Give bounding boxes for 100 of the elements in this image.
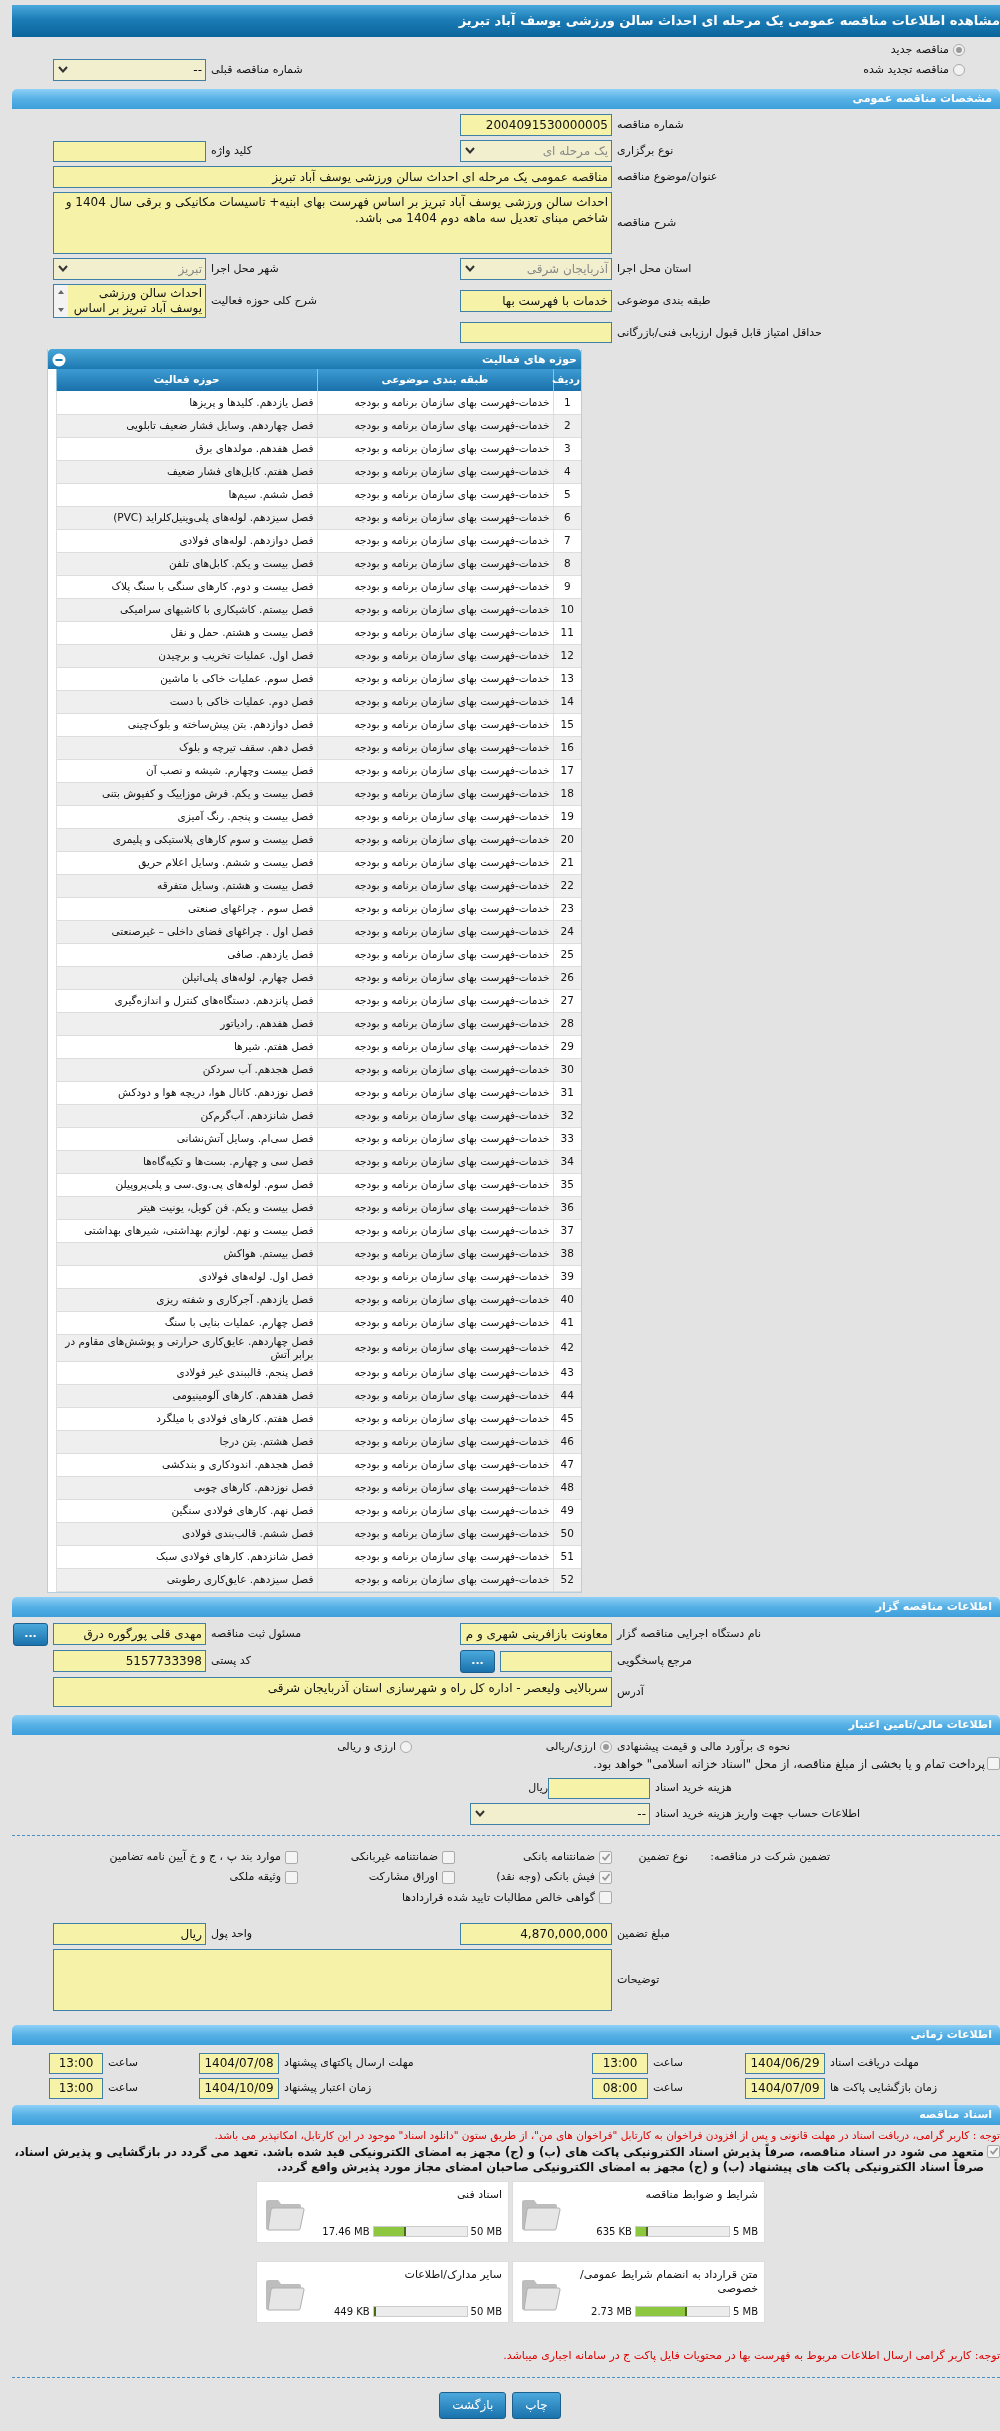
text-area[interactable] xyxy=(53,1948,612,2011)
field-label: تضمین شرکت در مناقصه: xyxy=(709,1850,831,1865)
table-cell: 41 xyxy=(553,1311,581,1335)
table-cell: فصل بیست و هشتم. وسایل متفرقه xyxy=(56,874,317,898)
input-field[interactable]: 4,870,000,000 xyxy=(460,1922,612,1945)
input-field[interactable]: 13:00 xyxy=(49,2077,103,2099)
table-cell: فصل بیست وچهارم. شیشه و نصب آن xyxy=(56,759,317,783)
table-cell: 2 xyxy=(553,414,581,438)
input-field[interactable] xyxy=(53,140,206,162)
checkbox[interactable] xyxy=(285,1870,298,1884)
checkbox[interactable] xyxy=(442,1870,455,1884)
table-cell: 22 xyxy=(553,874,581,898)
table-cell: خدمات-فهرست بهای سازمان برنامه و بودجه xyxy=(317,759,553,783)
table-cell: 30 xyxy=(553,1058,581,1082)
table-cell: 37 xyxy=(553,1219,581,1243)
input-field[interactable]: مناقصه عمومی یک مرحله ای احداث سالن ورزشی یوسف آباد تبریز xyxy=(53,166,612,189)
table-cell: 16 xyxy=(553,736,581,760)
table-cell: خدمات-فهرست بهای سازمان برنامه و بودجه xyxy=(317,1361,553,1385)
table-cell: خدمات-فهرست بهای سازمان برنامه و بودجه xyxy=(317,1196,553,1220)
more-button[interactable]: ... xyxy=(13,1622,48,1646)
table-cell: خدمات-فهرست بهای سازمان برنامه و بودجه xyxy=(317,1150,553,1174)
input-field[interactable]: 2004091530000005 xyxy=(460,114,612,137)
file-size: 17.46 MB xyxy=(322,2224,370,2238)
input-field[interactable]: 1404/07/08 xyxy=(199,2052,279,2074)
table-cell: خدمات-فهرست بهای سازمان برنامه و بودجه xyxy=(317,920,553,944)
field-label: مسئول ثبت مناقصه xyxy=(210,1627,303,1642)
checkbox[interactable] xyxy=(599,1870,612,1884)
field-label: نام دستگاه اجرایی مناقصه گزار xyxy=(615,1627,762,1642)
table-cell: خدمات-فهرست بهای سازمان برنامه و بودجه xyxy=(317,1265,553,1289)
table-cell: فصل چهارم. عملیات بنایی با سنگ xyxy=(56,1311,317,1335)
input-field[interactable]: ریال xyxy=(53,1922,206,1945)
field-label: زمان بازگشایی پاکت ها xyxy=(829,2081,939,2096)
table-cell: 13 xyxy=(553,667,581,691)
checkbox[interactable] xyxy=(599,1891,612,1905)
table-cell: 35 xyxy=(553,1173,581,1197)
input-field[interactable]: 1404/07/09 xyxy=(745,2077,825,2099)
input-field[interactable]: 13:00 xyxy=(592,2052,648,2074)
field-label: ساعت xyxy=(652,2081,684,2096)
input-field[interactable]: مهدی قلی پورگوره درق xyxy=(53,1623,206,1646)
input-field[interactable]: معاونت بازافرینی شهری و م xyxy=(460,1623,612,1646)
checkbox-label: ضمانتنامه بانکی xyxy=(522,1850,595,1865)
document-title: متن قرارداد به انضمام شرایط عمومی/خصوصی xyxy=(579,2267,758,2297)
table-cell: فصل سی و چهارم. بست‌ها و تکیه‌گاه‌ها xyxy=(56,1150,317,1174)
radio-label: ارزی/ریالی xyxy=(545,1739,596,1755)
text-area[interactable]: احداث سالن ورزشی یوسف آباد تبریز بر اساس xyxy=(53,284,206,319)
radio-button[interactable] xyxy=(400,1740,412,1753)
checkbox-label: ضمانتنامه غیربانکی xyxy=(350,1850,438,1865)
radio-button[interactable] xyxy=(953,44,965,57)
input-field[interactable]: 5157733398 xyxy=(53,1650,206,1673)
input-field[interactable] xyxy=(460,322,612,344)
checkbox-label: اوراق مشارکت xyxy=(368,1870,438,1885)
table-cell: فصل سیزدهم. عایق‌کاری رطوبتی xyxy=(56,1568,317,1592)
input-field[interactable]: 08:00 xyxy=(592,2077,648,2099)
input-field[interactable]: خدمات با فهرست بها xyxy=(460,290,612,313)
table-cell: فصل هفدهم. مولدهای برق xyxy=(56,437,317,461)
table-cell: 21 xyxy=(553,851,581,875)
text-area[interactable]: احداث سالن ورزشی یوسف آباد تبریز بر اساس فهرست بهای ابنیه+ تاسیسات مکانیکی و برقی سال 1404 و شاخص مبنای تعدیل سه ماهه دوم 1404 می باشد. xyxy=(53,192,612,255)
table-cell: فصل نوزدهم. کانال هوا، دریچه هوا و دودکش xyxy=(56,1081,317,1105)
field-label: طبقه بندی موضوعی xyxy=(616,294,712,309)
table-cell: 15 xyxy=(553,713,581,737)
radio-label: مناقصه تجدید شده xyxy=(863,63,949,78)
checkbox[interactable] xyxy=(599,1850,612,1864)
table-cell: خدمات-فهرست بهای سازمان برنامه و بودجه xyxy=(317,1407,553,1431)
table-cell: 5 xyxy=(553,483,581,507)
action-button[interactable]: بازگشت xyxy=(439,2391,507,2419)
table-cell: خدمات-فهرست بهای سازمان برنامه و بودجه xyxy=(317,943,553,967)
table-cell: فصل چهاردهم. عایق‌کاری حرارتی و پوشش‌های مقاوم در برابر آتش xyxy=(56,1334,317,1362)
table-cell: فصل دوم. عملیات خاکی با دست xyxy=(56,690,317,714)
field-label: توضیحات xyxy=(616,1972,661,1988)
text-area[interactable]: سربالایی ولیعصر - اداره کل راه و شهرسازی استان آذربایجان شرقی xyxy=(53,1676,612,1707)
action-button[interactable]: چاپ xyxy=(512,2391,561,2419)
select-field[interactable]: -- xyxy=(53,59,206,82)
chevron-down-icon xyxy=(475,1810,485,1818)
input-field[interactable]: 1404/10/09 xyxy=(199,2077,279,2099)
field-label: شماره مناقصه xyxy=(616,118,685,133)
input-field[interactable] xyxy=(500,1650,612,1672)
more-button[interactable]: ... xyxy=(460,1649,495,1673)
table-cell: 7 xyxy=(553,529,581,553)
checkbox[interactable] xyxy=(987,2144,1000,2158)
checkbox[interactable] xyxy=(285,1850,298,1864)
checkbox[interactable] xyxy=(987,1757,1000,1771)
radio-button[interactable] xyxy=(600,1740,612,1753)
table-cell: خدمات-فهرست بهای سازمان برنامه و بودجه xyxy=(317,690,553,714)
field-label: شماره مناقصه قبلی xyxy=(210,63,304,78)
table-cell: 14 xyxy=(553,690,581,714)
table-cell: 19 xyxy=(553,805,581,829)
notice-text: توجه : کاربر گرامی، دریافت اسناد در مهلت قانونی و پس از افزودن فراخوان به کارتابل "فراخوان های من"، از طریق ستون "دانلود اسناد" موجود در این کارتابل، امکانپذیر می باشد. xyxy=(213,2128,1000,2143)
select-field[interactable]: -- xyxy=(470,1803,650,1826)
table-cell: خدمات-فهرست بهای سازمان برنامه و بودجه xyxy=(317,1522,553,1546)
scrollbar xyxy=(54,285,68,318)
checkbox[interactable] xyxy=(442,1850,455,1864)
table-cell: 43 xyxy=(553,1361,581,1385)
table-cell: فصل بیست و دوم. کارهای سنگی با سنگ پلاک xyxy=(56,575,317,599)
input-field[interactable]: 1404/06/29 xyxy=(745,2052,825,2074)
table-cell: خدمات-فهرست بهای سازمان برنامه و بودجه xyxy=(317,460,553,484)
field-label: حداقل امتیاز قابل قبول ارزیابی فنی/بازرگانی xyxy=(616,325,823,340)
input-field[interactable] xyxy=(548,1778,650,1800)
radio-button[interactable] xyxy=(953,64,965,77)
input-field[interactable]: 13:00 xyxy=(49,2052,103,2074)
table-cell: فصل بیست و هشتم. حمل و نقل xyxy=(56,621,317,645)
